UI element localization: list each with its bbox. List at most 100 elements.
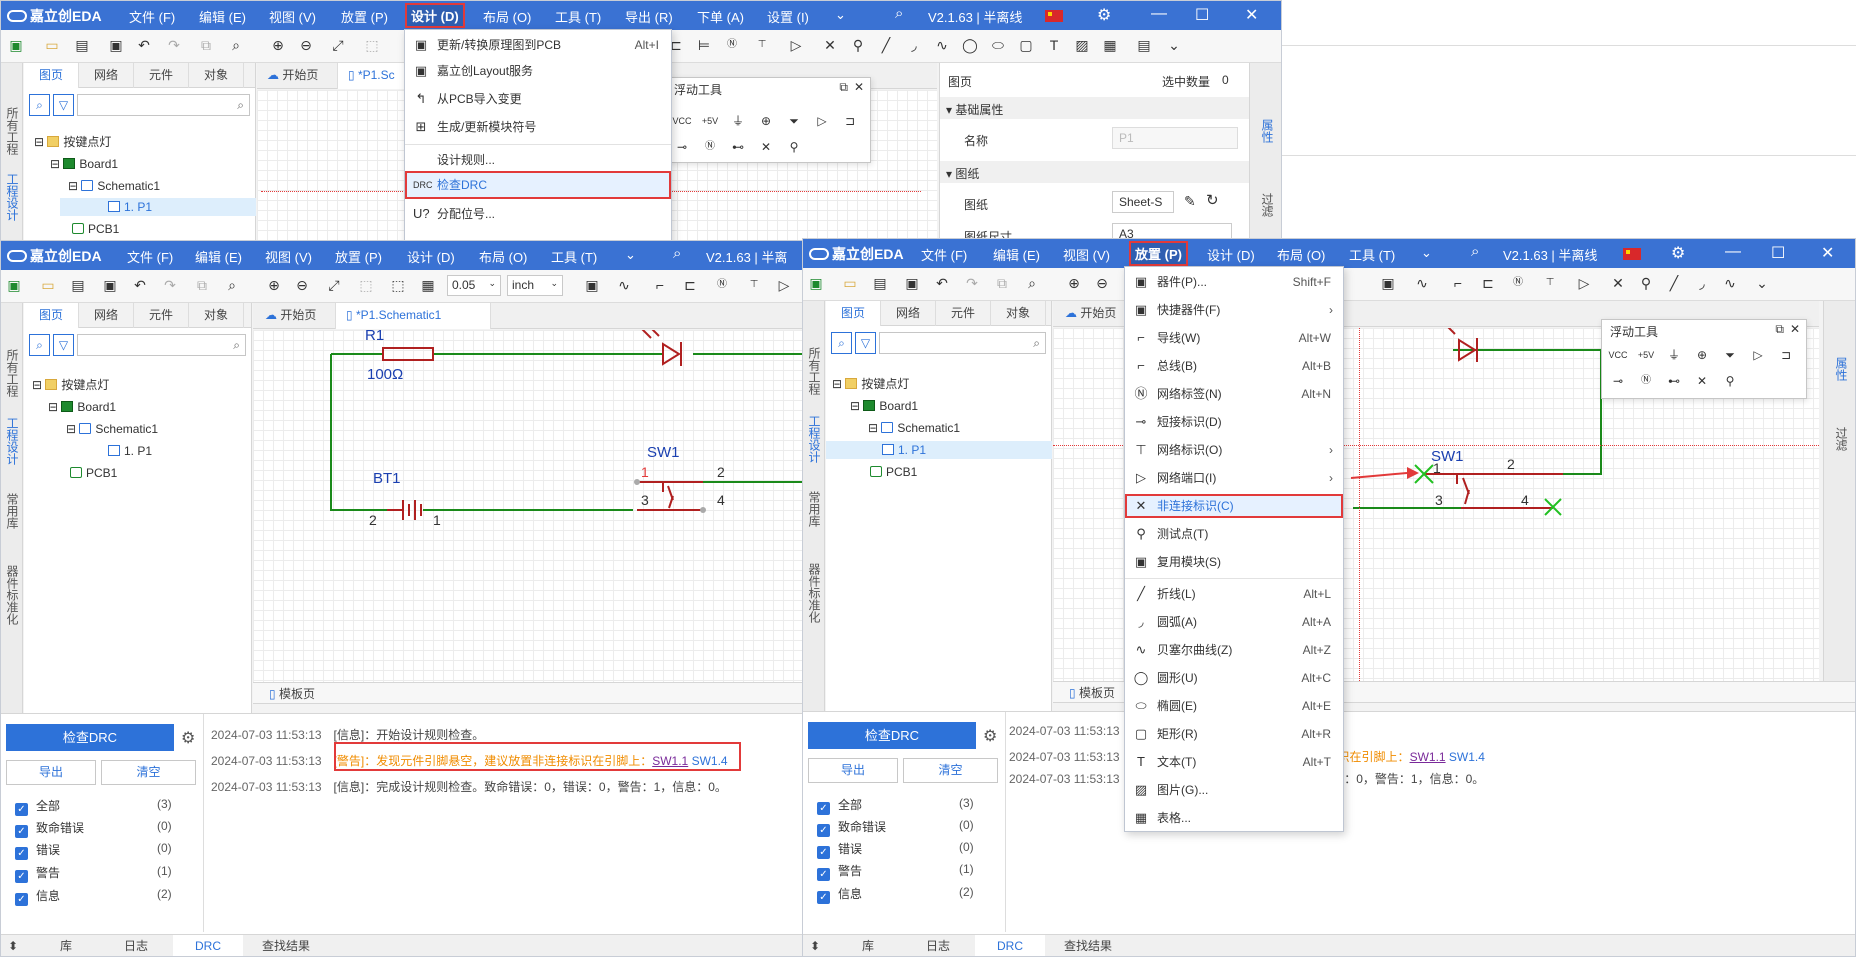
tab-drc[interactable]: DRC (173, 935, 243, 956)
side-tab-all-projects[interactable]: 所有工程 (5, 107, 19, 155)
menu-item-text[interactable]: T 文本(T) Alt+T (1125, 750, 1343, 774)
panel-pin-icon[interactable]: ⬍ (1, 935, 25, 956)
tab-components[interactable]: 元件 (134, 63, 189, 88)
rect-tool-icon[interactable]: ▢ (1017, 36, 1035, 54)
zoom-out-icon[interactable]: ⊖ (297, 36, 315, 54)
side-tab-properties[interactable]: 属性 (1260, 119, 1274, 143)
tab-log[interactable]: 日志 (101, 935, 171, 956)
new-project-icon[interactable]: ▣ (807, 274, 825, 292)
no-connect-tool-icon[interactable]: ✕ (821, 36, 839, 54)
undo-icon[interactable]: ↶ (135, 36, 153, 54)
new-project-icon[interactable]: ▣ (5, 276, 23, 294)
menu-design[interactable]: 设计 (D) (407, 247, 455, 266)
maximize-button[interactable]: ☐ (1195, 5, 1209, 25)
toolbar-chevron-icon[interactable]: ⌄ (1753, 274, 1771, 292)
select-area-icon[interactable]: ⬚ (389, 276, 407, 294)
menu-tools[interactable]: 工具 (T) (1349, 245, 1395, 264)
net-label-icon[interactable]: Ⓝ (700, 138, 720, 156)
net-label-icon[interactable]: Ⓝ (1636, 372, 1656, 390)
grid-size-select[interactable]: 0.05 ⌄ (447, 275, 501, 296)
more-menu-chevron-icon[interactable]: ⌄ (625, 247, 636, 263)
port-tool-icon[interactable]: ▷ (775, 276, 793, 294)
tree-pcb[interactable]: PCB1 (72, 220, 119, 238)
search-icon[interactable]: ⌕ (29, 94, 50, 116)
table-tool-icon[interactable]: ▦ (1101, 36, 1119, 54)
undo-icon[interactable]: ↶ (933, 274, 951, 292)
ellipse-tool-icon[interactable]: ⬭ (989, 36, 1007, 54)
menu-item-net-label[interactable]: Ⓝ 网络标签(N) Alt+N (1125, 382, 1343, 406)
fit-view-icon[interactable]: ⤢ (329, 36, 347, 54)
snapshot-icon[interactable]: ▣ (101, 276, 119, 294)
menu-item-short-flag[interactable]: ⊸ 短接标识(D) (1125, 410, 1343, 434)
menu-item-design-rules[interactable]: 设计规则... (405, 148, 671, 172)
port-icon[interactable]: ▷ (1748, 346, 1768, 364)
plus5v-icon[interactable]: +5V (1636, 346, 1656, 364)
float-close-icon[interactable]: ✕ (854, 80, 864, 94)
link-sw1-1[interactable]: SW1.1 (1410, 750, 1446, 764)
filter-error[interactable]: ✓ 错误 (0) (15, 841, 195, 860)
wire-tool-icon[interactable]: ∿ (615, 276, 633, 294)
tab-objects[interactable]: 对象 (991, 301, 1046, 326)
tree-board[interactable]: ⊟ Board1 (48, 398, 116, 416)
tree-project[interactable]: ⊟ 按键点灯 (32, 376, 109, 394)
tab-log[interactable]: 日志 (903, 935, 973, 956)
more-menu-chevron-icon[interactable]: ⌄ (1421, 245, 1432, 261)
bezier-tool-icon[interactable]: ∿ (1721, 274, 1739, 292)
arc-tool-icon[interactable]: ◞ (905, 36, 923, 54)
open-folder-icon[interactable]: ▭ (39, 276, 57, 294)
arc-tool-icon[interactable]: ◞ (1693, 274, 1711, 292)
tab-schematic[interactable]: ▯ *P1.Schematic1 (335, 303, 491, 329)
line-tool-icon[interactable]: ╱ (1665, 274, 1683, 292)
probe-icon[interactable]: ⚲ (1720, 372, 1740, 390)
prop-name-field[interactable]: P1 (1112, 127, 1238, 149)
menu-tools[interactable]: 工具 (T) (555, 7, 601, 26)
filter-info[interactable]: ✓ 信息 (2) (15, 887, 195, 906)
find-icon[interactable]: ⌕ (1023, 274, 1041, 292)
panel-pin-icon[interactable]: ⬍ (803, 935, 827, 956)
short-flag-icon[interactable]: ⊷ (1664, 372, 1684, 390)
probe-icon[interactable]: ⚲ (784, 138, 804, 156)
menu-file[interactable]: 文件 (F) (129, 7, 175, 26)
earth-icon[interactable]: ⊕ (756, 112, 776, 130)
zoom-area-icon[interactable]: ⬚ (363, 36, 381, 54)
tree-project[interactable]: ⊟ 按键点灯 (34, 133, 111, 151)
menu-edit[interactable]: 编辑 (E) (199, 7, 246, 26)
tab-start-page[interactable]: ☁ 开始页 (257, 63, 328, 89)
menu-item-image[interactable]: ▨ 图片(G)... (1125, 778, 1343, 802)
bus-tool-icon[interactable]: ⌐ (1449, 274, 1467, 292)
open-folder-icon[interactable]: ▭ (841, 274, 859, 292)
menu-item-net-flag[interactable]: ⊤ 网络标识(O) › (1125, 438, 1343, 462)
language-flag-icon[interactable] (1045, 9, 1063, 24)
clear-button[interactable]: 清空 (903, 758, 998, 783)
tree-schematic[interactable]: ⊟ Schematic1 (68, 177, 160, 195)
tab-start-page[interactable]: ☁ 开始页 (1055, 301, 1126, 327)
search-icon[interactable]: ⌕ (673, 245, 681, 262)
search-input[interactable]: ⌕ (77, 94, 250, 116)
tree-pcb[interactable]: PCB1 (70, 464, 117, 482)
copy-icon[interactable]: ⧉ (197, 36, 215, 54)
image-tool-icon[interactable]: ▨ (1073, 36, 1091, 54)
save-icon[interactable]: ▤ (73, 36, 91, 54)
find-icon[interactable]: ⌕ (223, 276, 241, 294)
tree-schematic[interactable]: ⊟ Schematic1 (868, 419, 960, 437)
snapshot-icon[interactable]: ▣ (107, 36, 125, 54)
minimize-button[interactable]: — (1725, 243, 1741, 261)
zoom-in-icon[interactable]: ⊕ (1065, 274, 1083, 292)
bus-tool-icon[interactable]: ⊨ (695, 36, 713, 54)
export-button[interactable]: 导出 (6, 760, 96, 785)
ground-icon[interactable]: ⏚ (1664, 346, 1684, 364)
drc-settings-gear-icon[interactable]: ⚙ (983, 726, 997, 746)
menu-item-update-pcb[interactable]: ▣ 更新/转换原理图到PCB Alt+I (405, 33, 671, 57)
tab-find-results[interactable]: 查找结果 (241, 935, 331, 956)
search-icon[interactable]: ⌕ (1471, 243, 1479, 260)
menu-item-ellipse[interactable]: ⬭ 椭圆(E) Alt+E (1125, 694, 1343, 718)
net-label-tool-icon[interactable]: Ⓝ (713, 276, 731, 294)
prop-section-basic[interactable]: ▾ 基础属性 (940, 97, 1249, 119)
menu-layout[interactable]: 布局 (O) (479, 247, 527, 266)
tab-start-page[interactable]: ☁ 开始页 (255, 303, 326, 329)
bezier-tool-icon[interactable]: ∿ (933, 36, 951, 54)
search-icon[interactable]: ⌕ (29, 334, 50, 356)
tree-pcb[interactable]: PCB1 (870, 463, 917, 481)
vcc-tool-icon[interactable]: ⊤ (745, 276, 763, 294)
menu-order[interactable]: 下单 (A) (697, 7, 744, 26)
